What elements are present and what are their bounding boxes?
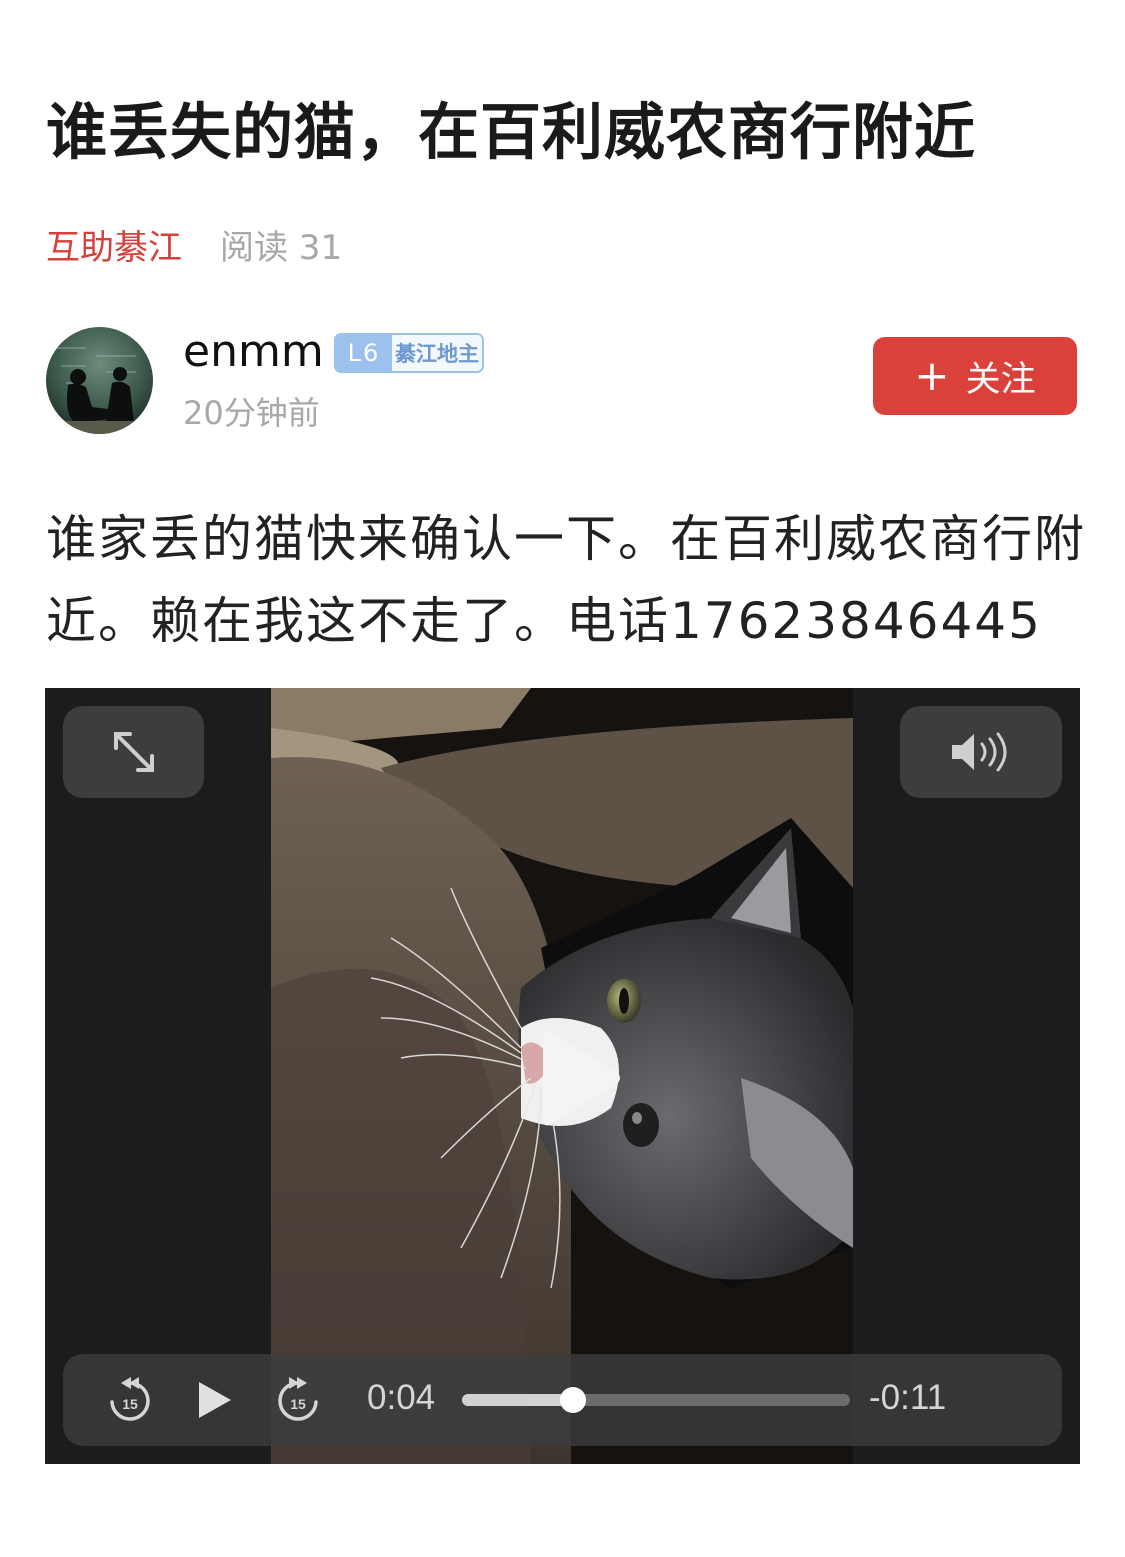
- speaker-icon: [952, 732, 1007, 772]
- read-count: 阅读 31: [220, 228, 343, 268]
- current-time: 0:04: [367, 1378, 436, 1417]
- plus-icon: +: [914, 351, 950, 400]
- channel-link[interactable]: 互助綦江: [46, 228, 182, 268]
- skip-back-15-icon: 15: [110, 1377, 150, 1421]
- progress-fill: [462, 1394, 573, 1406]
- level-badge: L6 綦江地主: [334, 333, 484, 373]
- level-number: L6: [336, 335, 392, 371]
- play-icon[interactable]: [533, 1028, 623, 1128]
- video-player[interactable]: 15 15 0:04 -0:11: [45, 688, 1080, 1464]
- avatar[interactable]: [46, 327, 153, 434]
- video-controls: 15 15 0:04 -0:11: [63, 1354, 1062, 1446]
- skip-forward-15-icon: 15: [278, 1377, 318, 1421]
- post-time: 20分钟前: [183, 394, 320, 432]
- follow-button[interactable]: + 关注: [873, 337, 1077, 415]
- skip-forward-label: 15: [290, 1396, 306, 1412]
- progress-slider[interactable]: [462, 1387, 850, 1413]
- play-icon: [199, 1382, 231, 1418]
- expand-arrows-icon: [113, 732, 154, 772]
- follow-label: 关注: [965, 359, 1036, 400]
- post-body: 谁家丢的猫快来确认一下。在百利威农商行附近。赖在我这不走了。电话17623846…: [46, 510, 1086, 650]
- post-page: 谁丢失的猫，在百利威农商行附近 互助綦江 阅读 31 enmm L6 綦江地主 …: [0, 0, 1125, 1557]
- post-title: 谁丢失的猫，在百利威农商行附近: [46, 97, 977, 168]
- progress-thumb[interactable]: [559, 1387, 586, 1413]
- play-button[interactable]: [193, 1354, 237, 1446]
- skip-back-button[interactable]: 15: [105, 1354, 155, 1446]
- level-title: 綦江地主: [392, 335, 482, 371]
- skip-forward-button[interactable]: 15: [273, 1354, 323, 1446]
- skip-back-label: 15: [122, 1396, 138, 1412]
- author-name[interactable]: enmm: [183, 326, 324, 377]
- volume-button[interactable]: [900, 706, 1062, 798]
- remaining-time: -0:11: [869, 1378, 947, 1417]
- fullscreen-button[interactable]: [63, 706, 204, 798]
- post-meta: 互助綦江 阅读 31: [46, 220, 342, 269]
